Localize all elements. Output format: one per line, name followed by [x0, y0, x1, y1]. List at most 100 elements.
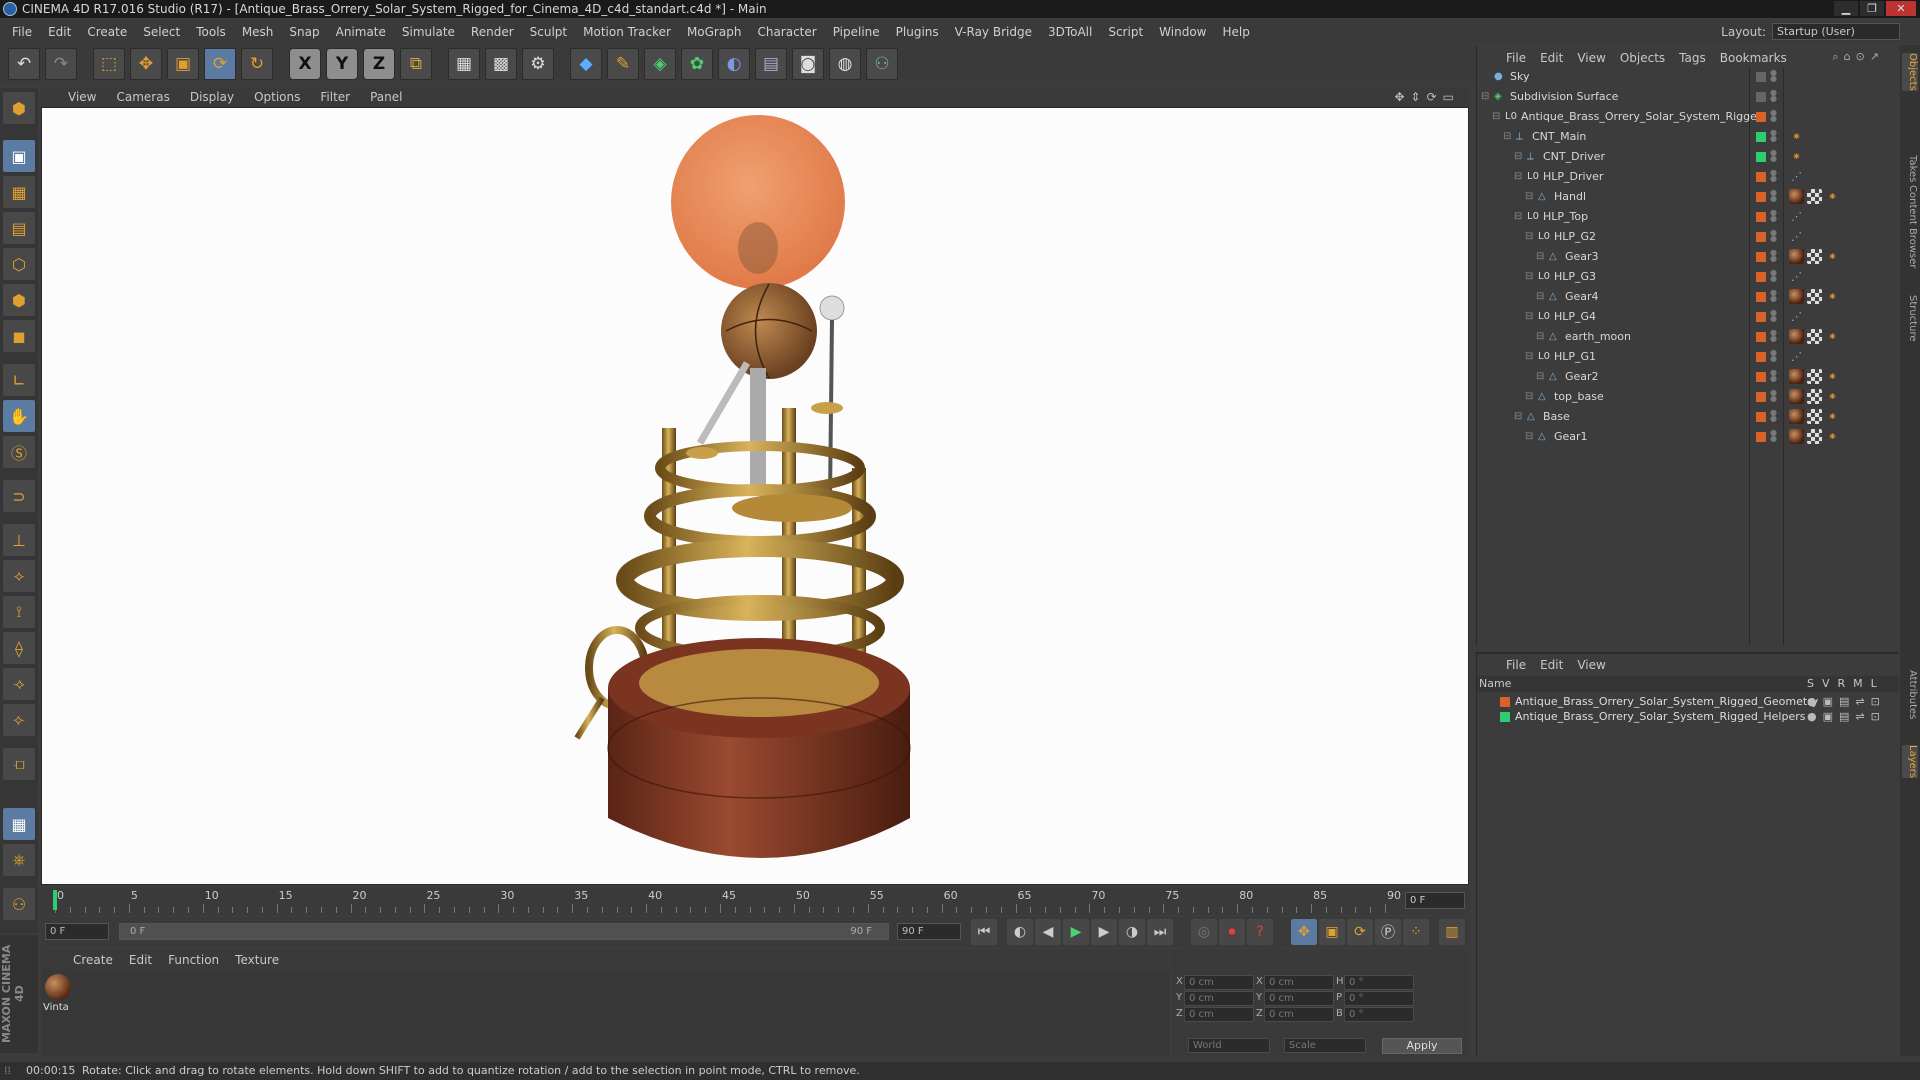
material-tag-icon[interactable] [1789, 189, 1804, 204]
object-menu-tags[interactable]: Tags [1672, 51, 1713, 65]
expand-toggle-icon[interactable]: ⊟ [1525, 427, 1533, 447]
coord-rotation-field[interactable]: 0 ° [1344, 1007, 1414, 1022]
render-settings-icon[interactable]: ⚙ [522, 48, 554, 80]
move-icon[interactable]: ✥ [130, 48, 162, 80]
object-row[interactable]: ⊟ △ earth_moon ● ● ⁕ [1477, 327, 1899, 347]
viewport-menu-filter[interactable]: Filter [310, 90, 360, 104]
xpresso-tag-icon[interactable]: ⋰ [1789, 169, 1804, 184]
coord-position-field[interactable]: 0 cm [1184, 975, 1254, 990]
python-script-icon[interactable]: ⚇ [3, 888, 35, 920]
object-menu-bookmarks[interactable]: Bookmarks [1713, 51, 1794, 65]
model-mode-icon[interactable]: ▣ [3, 140, 35, 172]
expand-toggle-icon[interactable]: ⊟ [1514, 407, 1522, 427]
ik-tag-icon[interactable]: ⁕ [1789, 129, 1804, 144]
previous-frame-icon[interactable]: ◀ [1035, 919, 1061, 945]
x-axis-lock-icon[interactable]: X [289, 48, 321, 80]
layer-color-swatch[interactable] [1500, 697, 1510, 707]
layer-color-swatch[interactable] [1756, 132, 1766, 142]
object-row[interactable]: ⊟ L0 HLP_G1 ● ● ⋰ [1477, 347, 1899, 367]
timeline-window-icon[interactable]: ▥ [1439, 919, 1465, 945]
undo-icon[interactable]: ↶ [8, 48, 40, 80]
spline-pen-icon[interactable]: ✎ [607, 48, 639, 80]
expand-toggle-icon[interactable]: ⊟ [1481, 87, 1489, 107]
layer-color-swatch[interactable] [1756, 392, 1766, 402]
xpresso-tag-icon[interactable]: ⋰ [1789, 229, 1804, 244]
tweak-mode-icon[interactable]: ✋ [3, 400, 35, 432]
menu-snap[interactable]: Snap [281, 25, 327, 39]
material-tag-icon[interactable] [1789, 369, 1804, 384]
visibility-dots-icon[interactable]: ● ● [1770, 229, 1777, 244]
visibility-dots-icon[interactable]: ● ● [1770, 329, 1777, 344]
expand-toggle-icon[interactable]: ⊟ [1536, 247, 1544, 267]
deformer-icon[interactable]: ◐ [718, 48, 750, 80]
layout-select[interactable]: Startup (User) [1772, 23, 1900, 40]
viewport-menu-options[interactable]: Options [244, 90, 310, 104]
magnet-icon[interactable]: ⊃ [3, 480, 35, 512]
uvw-tag-icon[interactable] [1807, 189, 1822, 204]
material-tag-icon[interactable] [1789, 409, 1804, 424]
go-to-end-icon[interactable]: ⏭ [1147, 919, 1173, 945]
ik-tag-icon[interactable]: ⁕ [1825, 249, 1840, 264]
ik-tag-icon[interactable]: ⁕ [1825, 429, 1840, 444]
object-row[interactable]: ⊟ △ Gear3 ● ● ⁕ [1477, 247, 1899, 267]
rotate-icon[interactable]: ⟳ [204, 48, 236, 80]
ik-tag-icon[interactable]: ⁕ [1825, 369, 1840, 384]
solo-icon[interactable]: Ⓢ [3, 436, 35, 468]
object-row[interactable]: ⊟ L0 HLP_G4 ● ● ⋰ [1477, 307, 1899, 327]
xpresso-tag-icon[interactable]: ⋰ [1789, 309, 1804, 324]
material-tag-icon[interactable] [1789, 329, 1804, 344]
bone-tool-icon[interactable]: ⟠ [3, 632, 35, 664]
object-menu-file[interactable]: File [1499, 51, 1533, 65]
menu-plugins[interactable]: Plugins [888, 25, 947, 39]
menu-mograph[interactable]: MoGraph [679, 25, 750, 39]
layer-color-swatch[interactable] [1756, 192, 1766, 202]
menu-character[interactable]: Character [749, 25, 824, 39]
expand-toggle-icon[interactable]: ⊟ [1525, 347, 1533, 367]
previous-key-icon[interactable]: ◐ [1007, 919, 1033, 945]
light-icon[interactable]: ◍ [829, 48, 861, 80]
side-tab-content-browser[interactable]: Content Browser [1902, 185, 1918, 268]
polygons-mode-icon[interactable]: ◼ [3, 320, 35, 352]
visibility-dots-icon[interactable]: ● ● [1770, 309, 1777, 324]
material-tag-icon[interactable] [1789, 429, 1804, 444]
axis-locked-icon[interactable]: ⊥ [3, 524, 35, 556]
y-axis-lock-icon[interactable]: Y [326, 48, 358, 80]
uvw-tag-icon[interactable] [1807, 249, 1822, 264]
uvw-tag-icon[interactable] [1807, 429, 1822, 444]
coord-system-select[interactable]: World [1188, 1038, 1270, 1053]
skin-tool-icon[interactable]: ⟤ [3, 748, 35, 780]
autokeying-icon[interactable]: ⏺ [1219, 919, 1245, 945]
side-tab-attributes[interactable]: Attributes [1902, 670, 1918, 719]
material-tag-icon[interactable] [1789, 249, 1804, 264]
material-menu-edit[interactable]: Edit [121, 953, 160, 967]
next-frame-icon[interactable]: ▶ [1091, 919, 1117, 945]
object-row[interactable]: ⊟ △ Gear2 ● ● ⁕ [1477, 367, 1899, 387]
coord-size-field[interactable]: 0 cm [1264, 1007, 1334, 1022]
expand-toggle-icon[interactable]: ⊟ [1525, 307, 1533, 327]
menu-tools[interactable]: Tools [188, 25, 234, 39]
expand-toggle-icon[interactable]: ⊟ [1525, 387, 1533, 407]
visibility-dots-icon[interactable]: ● ● [1770, 369, 1777, 384]
layer-color-swatch[interactable] [1756, 232, 1766, 242]
layer-color-swatch[interactable] [1756, 152, 1766, 162]
layer-color-swatch[interactable] [1756, 432, 1766, 442]
menu-render[interactable]: Render [463, 25, 522, 39]
expand-toggle-icon[interactable]: ⊟ [1514, 207, 1522, 227]
subdivision-surface-icon[interactable]: ◈ [644, 48, 676, 80]
ik-tag-icon[interactable]: ⁕ [1825, 189, 1840, 204]
layer-row[interactable]: Antique_Brass_Orrery_Solar_System_Rigged… [1477, 709, 1899, 724]
key-pla-icon[interactable]: ⁘ [1403, 919, 1429, 945]
layer-flags-icons[interactable]: ●▣▤⇌⊡ [1807, 694, 1886, 709]
maximize-button[interactable]: ❐ [1860, 1, 1884, 16]
material-name[interactable]: Vinta [43, 1002, 69, 1013]
xpresso-tag-icon[interactable]: ⋰ [1789, 269, 1804, 284]
joint-tool-icon[interactable]: ⟡ [3, 560, 35, 592]
ik-tag-icon[interactable]: ⁕ [1825, 389, 1840, 404]
preview-range-slider[interactable]: 0 F 90 F [119, 923, 889, 940]
current-frame-field[interactable]: 0 F [1405, 892, 1465, 909]
object-row[interactable]: ⊟ ◈ Subdivision Surface ● ● [1477, 87, 1899, 107]
visibility-dots-icon[interactable]: ● ● [1770, 89, 1777, 104]
visibility-dots-icon[interactable]: ● ● [1770, 269, 1777, 284]
xpresso-tag-icon[interactable]: ⋰ [1789, 209, 1804, 224]
object-row[interactable]: ⊟ △ Base ● ● ⁕ [1477, 407, 1899, 427]
